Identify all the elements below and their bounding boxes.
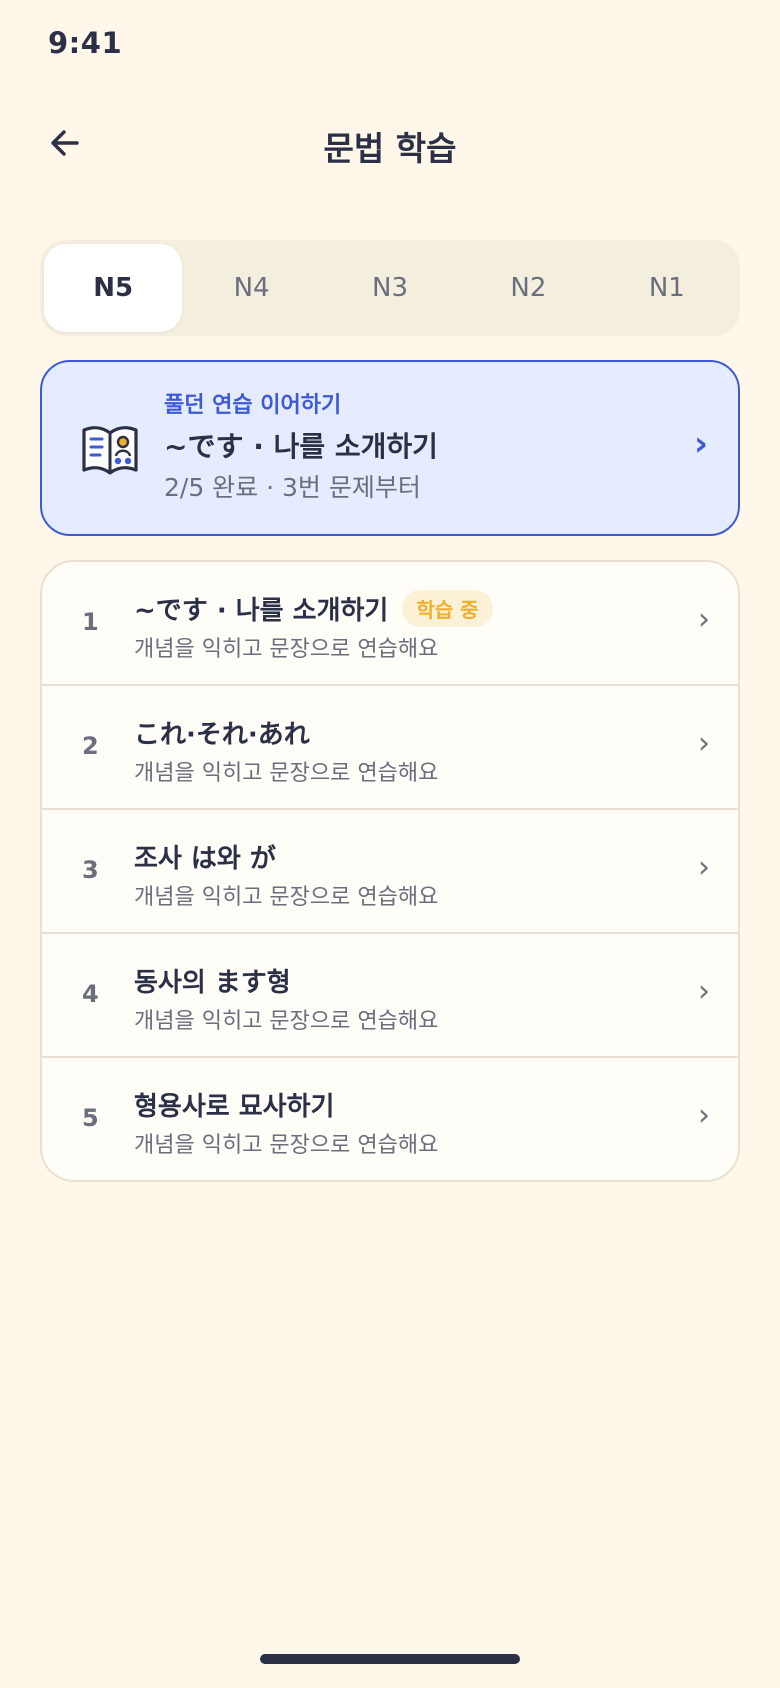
lesson-item-1[interactable]: 1 ~です · 나를 소개하기 학습 중 개념을 익히고 문장으로 연습해요 › — [42, 562, 738, 686]
lesson-title: 조사 は와 が — [134, 843, 276, 874]
lesson-number: 4 — [82, 980, 99, 1008]
lesson-title: ~です · 나를 소개하기 — [134, 595, 389, 626]
lesson-item-2[interactable]: 2 これ·それ·あれ 개념을 익히고 문장으로 연습해요 › — [42, 686, 738, 810]
chevron-right-icon: › — [698, 726, 710, 761]
level-tabs: N5 N4 N3 N2 N1 — [40, 240, 740, 336]
lesson-item-4[interactable]: 4 동사의 ます형 개념을 익히고 문장으로 연습해요 › — [42, 934, 738, 1058]
resume-text: 풀던 연습 이어하기 ~です · 나를 소개하기 2/5 완료 · 3번 문제부… — [164, 392, 438, 504]
chevron-right-icon: › — [693, 424, 708, 464]
open-book-icon — [82, 426, 138, 475]
tab-n3[interactable]: N3 — [321, 244, 459, 332]
lesson-title-line: 조사 は와 が — [134, 837, 438, 875]
lesson-body: 형용사로 묘사하기 개념을 익히고 문장으로 연습해요 — [134, 1085, 438, 1159]
lesson-body: 조사 は와 が 개념을 익히고 문장으로 연습해요 — [134, 837, 438, 911]
lesson-title: これ·それ·あれ — [134, 719, 310, 750]
resume-progress: 2/5 완료 · 3번 문제부터 — [164, 473, 421, 502]
lesson-subtitle: 개념을 익히고 문장으로 연습해요 — [134, 1009, 439, 1034]
chevron-right-icon: › — [698, 1098, 710, 1133]
resume-kicker: 풀던 연습 이어하기 — [164, 393, 342, 418]
status-time: 9:41 — [48, 26, 123, 60]
lesson-subtitle: 개념을 익히고 문장으로 연습해요 — [134, 1133, 439, 1158]
status-badge: 학습 중 — [402, 589, 493, 627]
lesson-title-line: ~です · 나를 소개하기 학습 중 — [134, 589, 493, 627]
lesson-title-line: 형용사로 묘사하기 — [134, 1085, 438, 1123]
lesson-subtitle: 개념을 익히고 문장으로 연습해요 — [134, 885, 439, 910]
lesson-item-5[interactable]: 5 형용사로 묘사하기 개념을 익히고 문장으로 연습해요 › — [42, 1058, 738, 1180]
tab-n1[interactable]: N1 — [598, 244, 736, 332]
tab-n5[interactable]: N5 — [44, 244, 183, 332]
lesson-subtitle: 개념을 익히고 문장으로 연습해요 — [134, 761, 439, 786]
lesson-item-3[interactable]: 3 조사 は와 が 개념을 익히고 문장으로 연습해요 › — [42, 810, 738, 934]
lesson-number: 2 — [82, 732, 99, 760]
lesson-number: 5 — [82, 1104, 99, 1132]
resume-practice-card[interactable]: 풀던 연습 이어하기 ~です · 나를 소개하기 2/5 완료 · 3번 문제부… — [40, 360, 740, 536]
lesson-body: ~です · 나를 소개하기 학습 중 개념을 익히고 문장으로 연습해요 — [134, 589, 493, 663]
home-indicator[interactable] — [260, 1654, 520, 1664]
lesson-title-line: 동사의 ます형 — [134, 961, 438, 999]
lesson-title-line: これ·それ·あれ — [134, 713, 438, 751]
tab-n2[interactable]: N2 — [459, 244, 597, 332]
lesson-title: 형용사로 묘사하기 — [134, 1091, 335, 1122]
chevron-right-icon: › — [698, 974, 710, 1009]
chevron-right-icon: › — [698, 602, 710, 637]
lesson-subtitle: 개념을 익히고 문장으로 연습해요 — [134, 637, 439, 662]
screen: 9:41 문법 학습 N5 N4 N3 N2 N1 풀던 연습 이어하기 ~です… — [0, 0, 780, 1688]
resume-title: ~です · 나를 소개하기 — [164, 430, 438, 463]
page-title: 문법 학습 — [323, 129, 457, 168]
lesson-number: 1 — [82, 608, 99, 636]
tab-n4[interactable]: N4 — [182, 244, 320, 332]
lesson-title: 동사의 ます형 — [134, 967, 291, 998]
lesson-list: 1 ~です · 나를 소개하기 학습 중 개념을 익히고 문장으로 연습해요 ›… — [40, 560, 740, 1182]
lesson-number: 3 — [82, 856, 99, 884]
chevron-right-icon: › — [698, 850, 710, 885]
lesson-body: これ·それ·あれ 개념을 익히고 문장으로 연습해요 — [134, 713, 438, 787]
lesson-body: 동사의 ます형 개념을 익히고 문장으로 연습해요 — [134, 961, 438, 1035]
